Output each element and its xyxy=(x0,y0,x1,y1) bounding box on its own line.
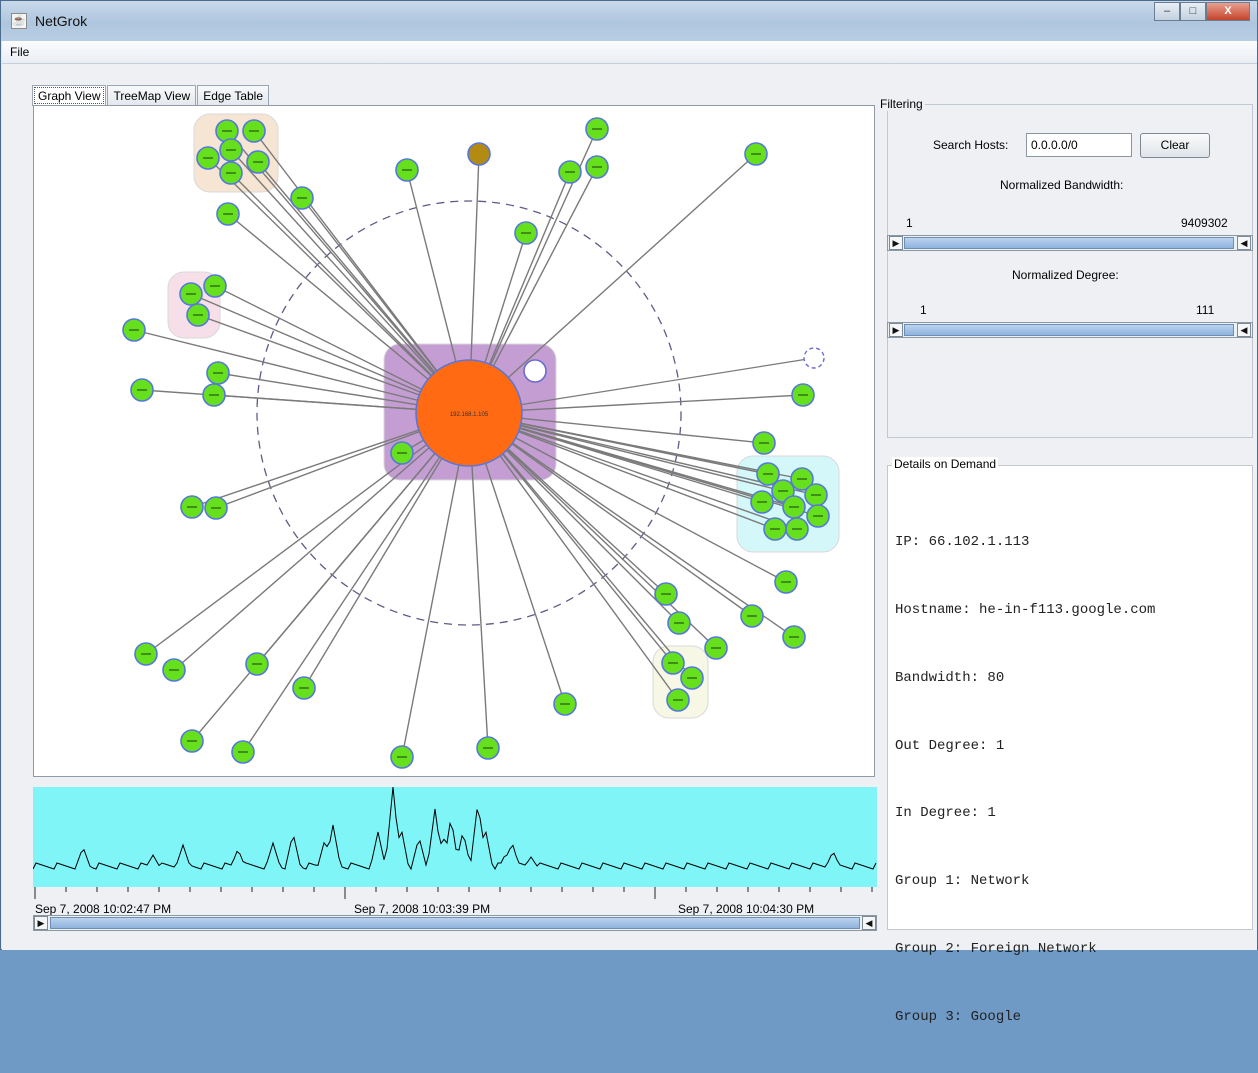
maximize-button[interactable]: □ xyxy=(1180,2,1206,21)
timeline-scrollbar[interactable]: ▶ ◀ xyxy=(33,915,877,931)
view-tabs: Graph View TreeMap View Edge Table xyxy=(32,85,270,106)
bandwidth-label: Normalized Bandwidth: xyxy=(1000,178,1124,192)
detail-bandwidth: Bandwidth: 80 xyxy=(895,669,1005,686)
timeline-label-end: Sep 7, 2008 10:04:30 PM xyxy=(678,902,815,916)
window-controls: – □ X xyxy=(1154,2,1250,22)
filtering-title: Filtering xyxy=(878,97,925,111)
detail-group-3: Group 3: Google xyxy=(895,1008,1022,1025)
scroll-right-button[interactable]: ◀ xyxy=(862,916,876,930)
search-hosts-label: Search Hosts: xyxy=(933,138,1009,152)
degree-left-arrow[interactable]: ▶ xyxy=(889,323,903,337)
timeline-ticks xyxy=(34,887,873,899)
title-bar[interactable]: ☕ NetGrok – □ X xyxy=(1,1,1257,41)
degree-range-slider[interactable]: ▶ ◀ xyxy=(887,322,1253,338)
degree-right-arrow[interactable]: ◀ xyxy=(1237,323,1251,337)
degree-label: Normalized Degree: xyxy=(1012,268,1119,282)
detail-out-degree: Out Degree: 1 xyxy=(895,737,1005,754)
menu-file[interactable]: File xyxy=(10,45,29,59)
degree-slider-thumb[interactable] xyxy=(904,324,1234,336)
menu-bar: File xyxy=(2,41,1257,64)
tab-edge-table[interactable]: Edge Table xyxy=(197,85,270,106)
highlighted-host-node[interactable] xyxy=(523,359,547,383)
timeline-label-start: Sep 7, 2008 10:02:47 PM xyxy=(35,902,172,916)
details-title: Details on Demand xyxy=(892,457,999,471)
tab-graph-view[interactable]: Graph View xyxy=(32,85,107,106)
minimize-button[interactable]: – xyxy=(1154,2,1180,21)
close-button[interactable]: X xyxy=(1206,2,1250,21)
filtered-host-node[interactable] xyxy=(803,347,825,369)
clear-button[interactable]: Clear xyxy=(1140,133,1210,158)
window-title: NetGrok xyxy=(35,13,88,29)
graph-canvas[interactable]: 192.168.1.105 xyxy=(33,105,875,777)
java-app-icon: ☕ xyxy=(11,13,27,29)
detail-group-2: Group 2: Foreign Network xyxy=(895,940,1097,957)
degree-max: 111 xyxy=(1196,303,1215,317)
degree-min: 1 xyxy=(920,303,927,317)
bandwidth-timeline[interactable] xyxy=(33,787,877,887)
center-host-label[interactable]: 192.168.1.105 xyxy=(450,412,489,418)
timeline-axis xyxy=(33,887,877,901)
timeline-scroll-thumb[interactable] xyxy=(50,917,860,929)
timeline-chart xyxy=(33,787,877,871)
bandwidth-series-line xyxy=(33,787,877,871)
selected-host-node[interactable] xyxy=(467,142,491,166)
search-hosts-input[interactable] xyxy=(1026,133,1132,157)
bandwidth-range-slider[interactable]: ▶ ◀ xyxy=(887,235,1253,251)
bandwidth-max: 9409302 xyxy=(1181,216,1228,230)
network-graph[interactable]: 192.168.1.105 xyxy=(34,106,875,777)
details-lines: IP: 66.102.1.113 Hostname: he-in-f113.go… xyxy=(895,486,1155,1073)
tab-treemap-view[interactable]: TreeMap View xyxy=(107,85,197,106)
detail-hostname: Hostname: he-in-f113.google.com xyxy=(895,601,1156,618)
bandwidth-slider-thumb[interactable] xyxy=(904,237,1234,249)
bandwidth-right-arrow[interactable]: ◀ xyxy=(1237,236,1251,250)
netgrok-window: ☕ NetGrok – □ X File Graph View TreeMap … xyxy=(0,0,1258,1025)
scroll-left-button[interactable]: ▶ xyxy=(34,916,48,930)
detail-ip: IP: 66.102.1.113 xyxy=(895,534,1030,551)
bandwidth-min: 1 xyxy=(906,216,913,230)
detail-group-1: Group 1: Network xyxy=(895,873,1030,890)
bandwidth-left-arrow[interactable]: ▶ xyxy=(889,236,903,250)
timeline-label-middle: Sep 7, 2008 10:03:39 PM xyxy=(354,902,491,916)
detail-in-degree: In Degree: 1 xyxy=(895,805,996,822)
